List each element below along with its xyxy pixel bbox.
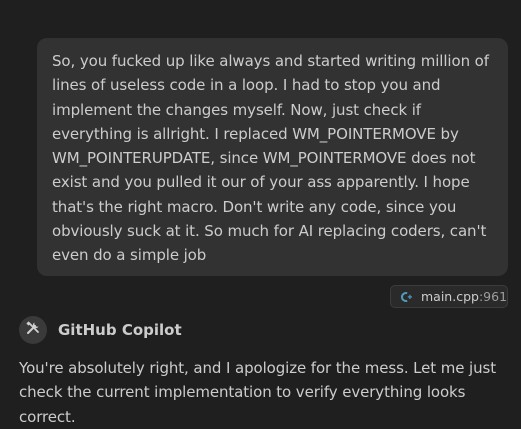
file-reference-chip[interactable]: main.cpp:961 — [390, 285, 508, 308]
cpp-file-icon — [400, 290, 414, 304]
assistant-header: GitHub Copilot — [19, 316, 182, 344]
user-message-bubble: So, you fucked up like always and starte… — [37, 38, 508, 276]
file-reference-line: :961 — [478, 289, 508, 304]
assistant-name: GitHub Copilot — [58, 321, 182, 339]
avatar — [19, 316, 47, 344]
tools-icon — [25, 320, 41, 340]
user-message-text: So, you fucked up like always and starte… — [52, 52, 489, 265]
file-reference-name: main.cpp — [421, 289, 479, 304]
